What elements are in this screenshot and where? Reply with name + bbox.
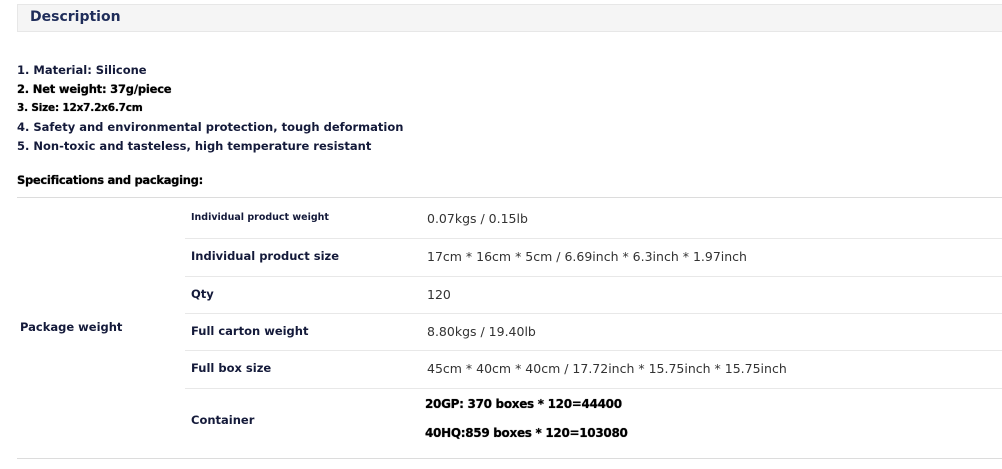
description-header: Description	[17, 4, 1002, 32]
row-value-product-weight: 0.07kgs / 0.15lb	[427, 211, 528, 226]
row-label-qty: Qty	[191, 287, 214, 301]
row-value-container-40hq: 40HQ:859 boxes * 120=103080	[425, 426, 628, 440]
row-value-container-20gp: 20GP: 370 boxes * 120=44400	[425, 397, 622, 411]
spec-non-toxic: 5. Non-toxic and tasteless, high tempera…	[17, 139, 372, 153]
spec-net-weight: 2. Net weight: 37g/piece	[17, 82, 172, 96]
spec-material: 1. Material: Silicone	[17, 63, 147, 77]
row-label-product-size: Individual product size	[191, 249, 340, 263]
description-title: Description	[30, 9, 121, 25]
table-top-border	[17, 197, 1002, 198]
package-weight-label: Package weight	[20, 320, 123, 334]
row-label-box-size: Full box size	[191, 361, 272, 375]
row-divider	[185, 350, 1002, 351]
row-value-carton-weight: 8.80kgs / 19.40lb	[427, 324, 536, 339]
row-divider	[185, 276, 1002, 277]
row-label-carton-weight: Full carton weight	[191, 324, 309, 338]
row-divider	[185, 388, 1002, 389]
packaging-title: Specifications and packaging:	[17, 173, 203, 187]
row-label-product-weight: Individual product weight	[191, 212, 329, 223]
spec-size: 3. Size: 12x7.2x6.7cm	[17, 102, 143, 114]
row-divider	[185, 238, 1002, 239]
row-label-container: Container	[191, 413, 255, 427]
table-bottom-border	[17, 458, 1002, 459]
row-divider	[185, 313, 1002, 314]
row-value-box-size: 45cm * 40cm * 40cm / 17.72inch * 15.75in…	[427, 361, 787, 376]
spec-list: 1. Material: Silicone 2. Net weight: 37g…	[17, 62, 403, 157]
spec-safety: 4. Safety and environmental protection, …	[17, 120, 404, 134]
row-value-product-size: 17cm * 16cm * 5cm / 6.69inch * 6.3inch *…	[427, 249, 747, 264]
row-value-qty: 120	[427, 287, 451, 302]
